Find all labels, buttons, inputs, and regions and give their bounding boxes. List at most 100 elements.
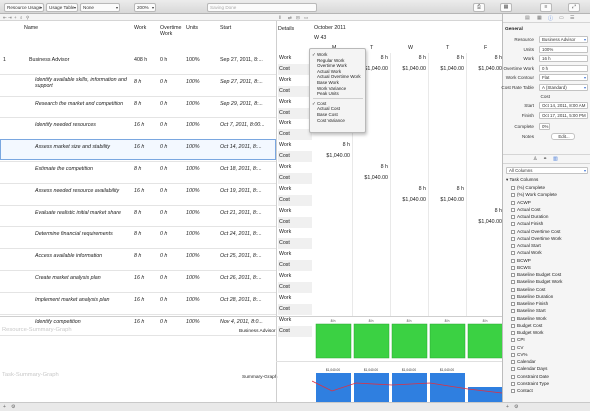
checkbox[interactable] [511,367,515,372]
table-select[interactable]: Usage Table [46,3,78,12]
cell-ot[interactable]: 0 h [160,275,167,282]
cell-ot[interactable]: 0 h [160,210,167,217]
checkbox[interactable] [511,280,515,285]
cell-start[interactable]: Oct 21, 2011, 8:... [220,210,262,217]
column-checkbox-item[interactable]: Baseline Finish [511,301,548,307]
cell-units[interactable]: 100% [186,166,200,173]
inspector-field[interactable]: 16 h [539,55,588,63]
cell-start[interactable]: Oct 25, 2011, 8:... [220,253,262,260]
checkbox[interactable] [511,265,515,270]
column-settings-icon[interactable]: ⚙ [514,404,518,410]
gear-icon[interactable]: ⚙ [11,404,15,410]
checkbox[interactable] [511,360,515,364]
link-icon[interactable]: ⚭ [543,156,547,162]
column-checkbox-item[interactable]: Baseline Budget Work [511,279,562,285]
inspector-tab-info-icon[interactable]: ⓘ [548,15,553,22]
inspector-field[interactable]: 100% [539,45,588,53]
filter-select[interactable]: None [80,3,120,12]
cell-units[interactable]: 100% [186,101,200,108]
checkbox[interactable] [511,215,515,219]
cell-units[interactable]: 100% [186,188,200,195]
cell-name[interactable]: Assess market size and stability [35,144,130,151]
checkbox[interactable] [511,294,515,299]
checkbox[interactable] [511,323,515,328]
column-checkbox-item[interactable]: Baseline Cost [511,287,545,293]
cell-units[interactable]: 100% [186,253,200,260]
column-checkbox-item[interactable]: Baseline Budget Cost [511,272,561,278]
column-checkbox-item[interactable]: CV [511,345,523,351]
column-checkbox-item[interactable]: CPI [511,337,525,343]
cell-work[interactable]: 16 h [134,144,144,151]
cell-ot[interactable]: 0 h [160,57,167,64]
checkbox[interactable] [511,331,515,335]
cell-units[interactable]: 100% [186,275,200,282]
calendar-icon[interactable]: ▭ [304,14,308,21]
cell-name[interactable]: Implement market analysis plan [35,297,130,304]
inspector-tab-icon-3[interactable]: ▭ [559,15,564,21]
inspector-tab-icon-1[interactable]: ▤ [525,15,530,21]
checkbox[interactable] [511,251,515,256]
cell-name[interactable]: Access available information [35,253,130,260]
indent-icon[interactable]: ⇤ [3,14,7,21]
columns-filter-select[interactable]: All Columns [506,167,588,174]
cell-ot[interactable]: 0 h [160,122,167,129]
cell-ot[interactable]: 0 h [160,231,167,238]
scroll-icon[interactable]: ⇄ [288,14,292,21]
checkbox[interactable] [511,316,515,321]
start-field[interactable]: Oct 14, 2011, 8:00 AM [539,102,588,109]
column-checkbox-item[interactable]: CV% [511,352,527,358]
cell-name[interactable]: Assess needed resource availability [35,188,130,195]
fullscreen-icon[interactable]: ⤢ [568,3,580,12]
checkbox[interactable] [511,287,515,292]
col-header-start[interactable]: Start [220,25,231,31]
inspector-field[interactable]: Flat [539,74,588,82]
filter-icon[interactable]: ⊟ [296,14,300,21]
cell-ot[interactable]: 0 h [160,144,167,151]
add-icon[interactable]: + [14,14,17,21]
cell-work[interactable]: 8 h [134,79,141,86]
cell-work[interactable]: 16 h [134,275,144,282]
cell-ot[interactable]: 0 h [160,297,167,304]
add-column-icon[interactable]: + [506,404,509,410]
checkbox[interactable] [511,345,515,350]
column-checkbox-item[interactable]: Baseline Duration [511,294,553,300]
column-checkbox-item[interactable]: BCWS [511,265,531,271]
column-checkbox-item[interactable]: Baseline Start [511,308,546,314]
cell-start[interactable]: Sep 27, 2011, 8:... [220,57,263,64]
cell-start[interactable]: Oct 26, 2011, 8:... [220,275,262,282]
inspector-tab-icon-4[interactable]: ☰ [570,15,574,21]
checkbox[interactable] [511,381,515,386]
split-icon[interactable]: ⫴ [279,14,281,21]
checkbox[interactable] [511,338,515,343]
column-checkbox-item[interactable]: Actual Work [511,250,542,256]
task-columns-header[interactable]: ▾ Task Columns [506,177,538,183]
cell-start[interactable]: Sep 27, 2011, 8:... [220,79,263,86]
checkbox[interactable] [511,273,515,277]
cell-ot[interactable]: 0 h [160,79,167,86]
cell-name[interactable]: Evaluate realistic initial market share [35,210,130,217]
checkbox[interactable] [511,309,515,314]
cell-start[interactable]: Oct 7, 2011, 8:00... [220,122,265,129]
cell-name[interactable]: Identify needed resources [35,122,130,129]
cell-work[interactable]: 16 h [134,122,144,129]
cell-units[interactable]: 100% [186,79,200,86]
menu-item[interactable]: Cost Variance [317,118,345,124]
column-checkbox-item[interactable]: (%) Complete [511,185,545,191]
column-checkbox-item[interactable]: Actual Cost [511,207,541,213]
cell-work[interactable]: 8 h [134,231,141,238]
column-checkbox-item[interactable]: Baseline Work [511,316,547,322]
cell-units[interactable]: 100% [186,210,200,217]
cell-id[interactable]: 1 [3,57,6,64]
col-header-overtime[interactable]: Overtime Work [160,25,184,37]
view-select[interactable]: Resource Usage [4,3,44,12]
col-header-units[interactable]: Units [186,25,198,31]
checkbox[interactable] [511,186,515,190]
print-icon[interactable]: ⎙ [473,3,485,12]
cell-work[interactable]: 8 h [134,253,141,260]
columns-icon[interactable]: ≡ [540,3,552,12]
column-checkbox-item[interactable]: Constraint Date [511,374,549,380]
cell-ot[interactable]: 0 h [160,253,167,260]
cell-units[interactable]: 100% [186,57,200,64]
cell-work[interactable]: 8 h [134,166,141,173]
col-header-work[interactable]: Work [134,25,146,31]
